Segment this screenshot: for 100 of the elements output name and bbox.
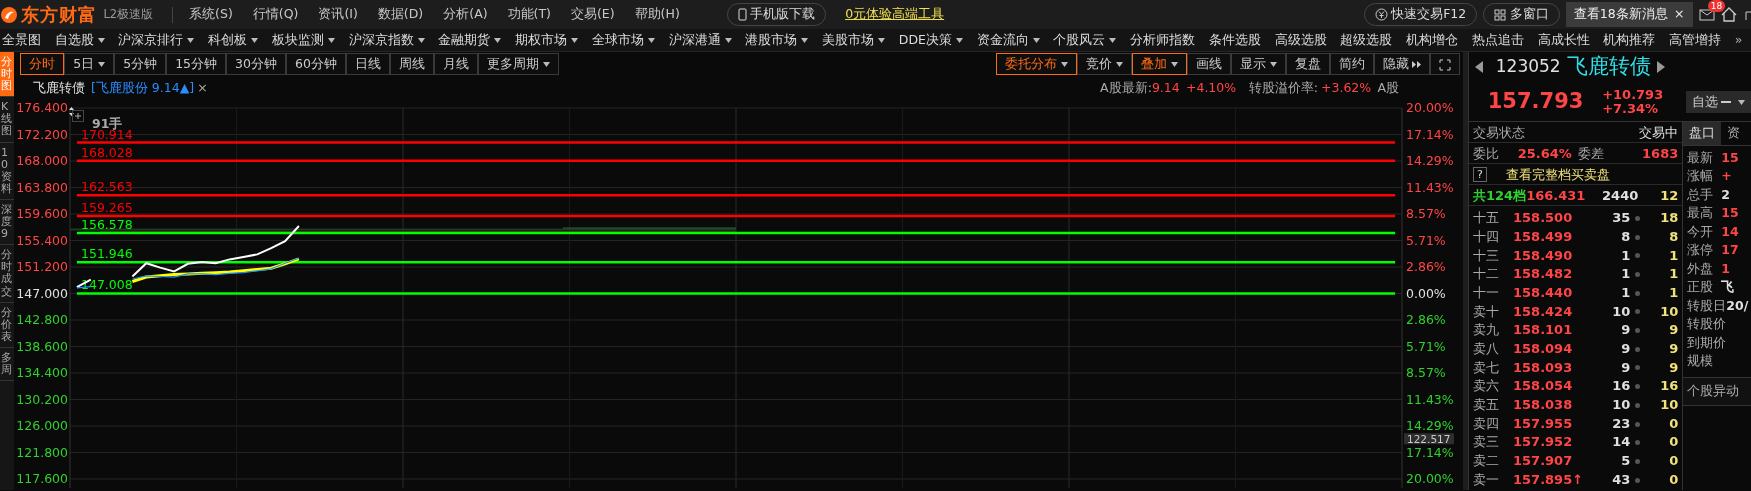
menu-item[interactable]: 资讯(I) <box>308 5 368 24</box>
side-tab[interactable]: 分价表 <box>0 302 14 348</box>
home-icon[interactable] <box>1721 7 1737 22</box>
previous-icon[interactable] <box>1475 61 1484 73</box>
nav-item[interactable]: 板块监测 <box>269 30 337 50</box>
toolbar-button[interactable]: 画线 <box>1186 53 1231 75</box>
axis-label: 11.43% <box>1406 179 1454 195</box>
notification-text[interactable]: 查看18条新消息 <box>1573 5 1668 24</box>
axis-label: 176.400 <box>16 100 68 115</box>
stock-alerts-header[interactable]: 个股异动 <box>1683 377 1751 406</box>
menu-item[interactable]: 行情(Q) <box>242 5 309 24</box>
toolbar-button[interactable]: 复盘 <box>1285 53 1330 75</box>
nav-item[interactable]: 全景图 <box>0 30 43 50</box>
promo-link[interactable]: 0元体验高端工具 <box>845 5 945 24</box>
ask-price: 158.038 <box>1513 396 1573 414</box>
toolbar-button[interactable]: 委托分布 <box>995 53 1077 75</box>
nav-item[interactable]: 金融期货 <box>436 30 504 50</box>
period-tab[interactable]: 日线 <box>345 53 390 75</box>
menu-item[interactable]: 交易(E) <box>560 5 625 24</box>
nav-item[interactable]: 超级选股 <box>1338 30 1395 50</box>
period-tab[interactable]: 30分钟 <box>226 53 286 75</box>
toolbar-button[interactable]: 显示 <box>1230 53 1286 75</box>
nav-item[interactable]: 分析师指数 <box>1128 30 1198 50</box>
ask-volume: 43 <box>1611 470 1631 489</box>
level-label: 147.008 <box>81 277 133 293</box>
nav-item[interactable]: 科创板 <box>206 30 261 50</box>
close-button[interactable]: × <box>197 78 208 98</box>
mail-icon[interactable] <box>1698 8 1715 21</box>
ask-price: 158.424 <box>1513 302 1573 321</box>
toolbar-button[interactable]: 简约 <box>1329 53 1374 75</box>
period-tab[interactable]: 更多周期 <box>477 53 559 75</box>
field-value: 1 <box>1721 259 1731 278</box>
period-tab[interactable]: 月线 <box>433 53 478 75</box>
resize-handle-icon[interactable] <box>69 107 74 116</box>
axis-label: 117.600 <box>16 471 68 486</box>
nav-item[interactable]: DDE决策 <box>896 30 965 50</box>
ask-volume: 23 <box>1611 414 1631 433</box>
phone-icon <box>738 8 748 21</box>
more-button[interactable]: » <box>1732 30 1745 50</box>
side-tab[interactable]: K线图 <box>0 97 14 143</box>
menu-item[interactable]: 功能(T) <box>497 5 561 24</box>
toolbar-button[interactable]: 隐藏 <box>1373 53 1430 75</box>
nav-item[interactable]: 全球市场 <box>589 30 657 50</box>
order-count: 9 <box>1668 339 1679 358</box>
menu-item[interactable]: 帮助(H) <box>624 5 690 24</box>
help-button[interactable]: ? <box>1473 166 1487 182</box>
menu-item[interactable]: 数据(D) <box>367 5 434 24</box>
toolbar-button[interactable]: 竞价 <box>1076 53 1132 75</box>
period-tab[interactable]: 15分钟 <box>166 53 227 75</box>
nav-item[interactable]: 高级选股 <box>1272 30 1329 50</box>
caret-icon <box>187 37 195 43</box>
nav-item[interactable]: 沪深京指数 <box>346 30 427 50</box>
ask-price: 157.895 <box>1513 470 1573 489</box>
menu-item[interactable]: 系统(S) <box>179 5 243 24</box>
info-tab[interactable]: 盘口 <box>1683 122 1722 145</box>
toolbar-button[interactable]: 叠加 <box>1131 53 1187 75</box>
caret-icon <box>1738 99 1745 105</box>
field-value: 14 <box>1721 222 1740 241</box>
fullscreen-button[interactable] <box>1429 53 1460 75</box>
order-count: 0 <box>1668 452 1679 471</box>
nav-item[interactable]: 机构增仓 <box>1404 30 1461 50</box>
minus-icon <box>1720 100 1731 104</box>
axis-label: 151.200 <box>16 259 68 274</box>
period-tab[interactable]: 60分钟 <box>285 53 346 75</box>
axis-label: 134.400 <box>16 365 68 380</box>
nav-item[interactable]: 高管增持 <box>1667 30 1724 50</box>
nav-item[interactable]: 美股市场 <box>820 30 888 50</box>
expand-icon <box>1438 58 1451 71</box>
zoom-plus-icon[interactable] <box>72 110 84 122</box>
stock-link[interactable]: [飞鹿股份 9.14▲] <box>91 78 195 98</box>
next-icon[interactable] <box>1657 61 1666 73</box>
period-tab[interactable]: 周线 <box>389 53 434 75</box>
side-tab[interactable]: 10资料 <box>0 142 14 200</box>
field-label: 转股日 <box>1687 296 1727 315</box>
full-depth-link[interactable]: 查看完整档买卖盘 <box>1505 163 1610 185</box>
nav-item[interactable]: 机构推荐 <box>1601 30 1658 50</box>
nav-item[interactable]: 沪深京排行 <box>116 30 197 50</box>
info-tab[interactable]: 资 <box>1721 122 1747 145</box>
menu-item[interactable]: 分析(A) <box>433 5 498 24</box>
nav-item[interactable]: 高成长性 <box>1535 30 1592 50</box>
nav-item[interactable]: 热点追击 <box>1469 30 1526 50</box>
close-button[interactable]: × <box>1674 5 1685 24</box>
side-tab[interactable]: 多周 <box>0 347 14 382</box>
caret-icon <box>542 62 550 67</box>
restore-icon[interactable] <box>1745 8 1751 21</box>
period-tab[interactable]: 5日 <box>64 53 115 75</box>
nav-item[interactable]: 沪深港通 <box>666 30 734 50</box>
nav-item[interactable]: 条件选股 <box>1206 30 1263 50</box>
period-tab[interactable]: 5分钟 <box>114 53 167 75</box>
nav-item[interactable]: 资金流向 <box>974 30 1042 50</box>
watchlist-button[interactable]: 自选 <box>1685 90 1751 114</box>
period-tab[interactable]: 分时 <box>20 53 65 75</box>
caret-icon <box>97 37 105 43</box>
total-count: 12 <box>1659 187 1679 205</box>
side-tab[interactable]: 分时成交 <box>0 245 14 303</box>
nav-item[interactable]: 个股风云 <box>1051 30 1119 50</box>
side-tab[interactable]: 深度9 <box>0 199 14 246</box>
nav-item[interactable]: 自选股 <box>52 30 107 50</box>
nav-item[interactable]: 期权市场 <box>513 30 581 50</box>
nav-item[interactable]: 港股市场 <box>743 30 811 50</box>
